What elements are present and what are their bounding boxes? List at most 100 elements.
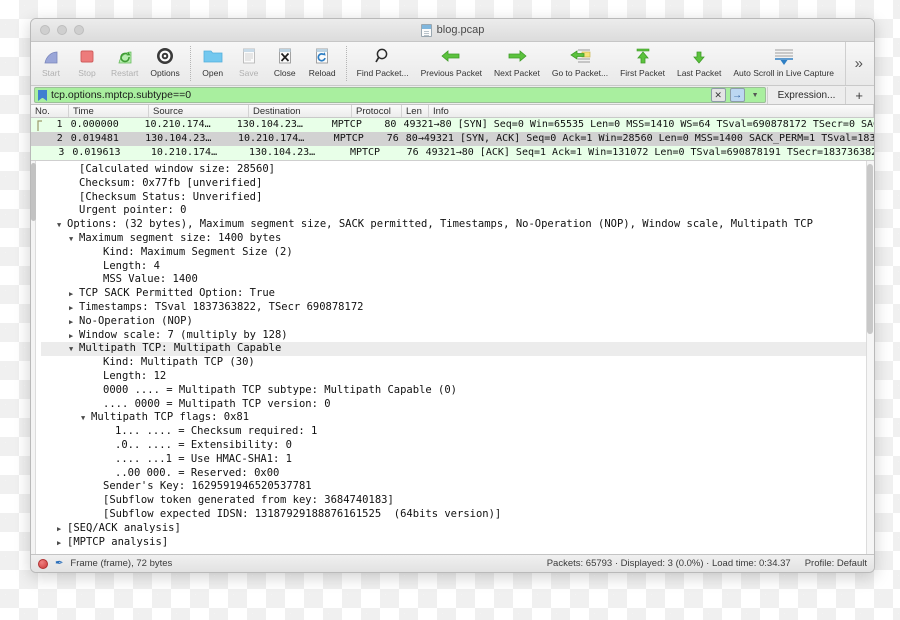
detail-tree-item[interactable]: ..00 000. = Reserved: 0x00 [41,467,874,481]
detail-tree-item[interactable]: Urgent pointer: 0 [41,204,874,218]
detail-tree-item[interactable]: Window scale: 7 (multiply by 128) [41,329,874,343]
previous-packet-button[interactable]: Previous Packet [415,42,488,85]
detail-tree-item[interactable]: Maximum segment size: 1400 bytes [41,232,874,246]
detail-tree-item[interactable]: [Checksum Status: Unverified] [41,191,874,205]
detail-tree-item[interactable]: [Subflow expected IDSN: 1318792918887616… [41,508,874,522]
status-profile: Profile: Default [804,558,867,569]
clear-filter-button[interactable]: ✕ [710,88,726,102]
detail-tree-item[interactable]: [SEQ/ACK analysis] [41,522,874,536]
triangle-right-icon[interactable] [57,537,67,551]
column-header-time[interactable]: Time [69,105,149,117]
detail-tree-item[interactable]: Multipath TCP: Multipath Capable [41,342,874,357]
open-file-button[interactable]: Open [195,42,231,85]
reload-file-button[interactable]: Reload [303,42,342,85]
detail-tree-item[interactable]: No-Operation (NOP) [41,315,874,329]
status-frame-info: Frame (frame), 72 bytes [70,558,173,569]
detail-tree-item[interactable]: .... 0000 = Multipath TCP version: 0 [41,398,874,412]
triangle-right-icon[interactable] [69,316,79,330]
find-packet-button[interactable]: Find Packet... [351,42,415,85]
go-to-packet-button[interactable]: Go to Packet... [546,42,614,85]
triangle-down-icon[interactable] [81,412,91,426]
apply-filter-button[interactable]: → [729,88,745,102]
close-button[interactable] [40,25,50,35]
triangle-down-icon[interactable] [69,233,79,247]
last-packet-button[interactable]: Last Packet [671,42,727,85]
next-packet-button[interactable]: Next Packet [488,42,546,85]
detail-tree-item[interactable]: Options: (32 bytes), Maximum segment siz… [41,218,874,232]
detail-scrollbar-right-thumb[interactable] [867,164,873,334]
column-header-destination[interactable]: Destination [249,105,352,117]
triangle-right-icon[interactable] [57,523,67,537]
triangle-down-icon[interactable] [57,219,67,233]
display-filter-bar: tcp.options.mptcp.subtype==0 ✕ → ▼ Expre… [31,86,874,105]
minimize-button[interactable] [57,25,67,35]
detail-tree-item[interactable]: Length: 4 [41,260,874,274]
column-header-no[interactable]: No. [31,105,69,117]
detail-tree-item[interactable]: Sender's Key: 1629591946520537781 [41,480,874,494]
detail-tree-label: Length: 4 [103,259,160,272]
triangle-down-icon[interactable] [69,343,79,357]
detail-tree-item[interactable]: Checksum: 0x77fb [unverified] [41,177,874,191]
column-header-protocol[interactable]: Protocol [352,105,402,117]
column-header-length[interactable]: Len [402,105,429,117]
detail-scrollbar-left-thumb[interactable] [31,163,36,221]
table-row[interactable]: 3 0.019613 10.210.174… 130.104.23… MPTCP 76 49… [31,146,874,160]
detail-tree-label: [Checksum Status: Unverified] [79,190,263,203]
triangle-right-icon[interactable] [69,330,79,344]
detail-tree-item[interactable]: MSS Value: 1400 [41,273,874,287]
detail-scrollbar-left[interactable] [31,161,36,554]
window-controls[interactable] [40,25,84,35]
detail-tree-item[interactable]: .0.. .... = Extensibility: 0 [41,439,874,453]
detail-tree-item[interactable]: Kind: Multipath TCP (30) [41,356,874,370]
detail-tree-item[interactable]: Kind: Maximum Segment Size (2) [41,246,874,260]
cell-prot: MPTCP [349,147,381,158]
detail-tree-label: Multipath TCP flags: 0x81 [91,411,250,424]
auto-scroll-button[interactable]: Auto Scroll in Live Capture [727,42,840,85]
add-filter-button[interactable]: + [845,86,872,104]
pen-icon[interactable]: ✒ [55,558,63,569]
packet-detail-tree[interactable]: [Calculated window size: 28560] Checksum:… [31,161,874,549]
zoom-button[interactable] [74,25,84,35]
start-capture-button[interactable]: Start [33,42,69,85]
open-file-label: Open [202,68,224,78]
packet-list[interactable]: No. Time Source Destination Protocol Len… [31,105,874,160]
detail-tree-item[interactable]: [MPTCP analysis] [41,536,874,550]
packet-list-header[interactable]: No. Time Source Destination Protocol Len… [31,105,874,118]
detail-tree-item[interactable]: .... ...1 = Use HMAC-SHA1: 1 [41,453,874,467]
display-filter-input[interactable]: tcp.options.mptcp.subtype==0 ✕ → ▼ [34,87,766,103]
triangle-right-icon[interactable] [69,302,79,316]
triangle-right-icon[interactable] [69,288,79,302]
table-row[interactable]: 1 0.000000 10.210.174… 130.104.23… MPTCP 80 49… [31,118,874,132]
packet-list-body[interactable]: 1 0.000000 10.210.174… 130.104.23… MPTCP 80 49… [31,118,874,160]
close-file-button[interactable]: Close [267,42,303,85]
detail-tree-label: .... ...1 = Use HMAC-SHA1: 1 [115,452,293,465]
chevron-down-icon[interactable]: ▼ [749,88,762,102]
detail-tree-item[interactable]: 0000 .... = Multipath TCP subtype: Multi… [41,384,874,398]
packet-detail-pane[interactable]: [Calculated window size: 28560] Checksum:… [31,160,874,554]
record-dot-icon[interactable] [38,558,48,569]
column-header-info[interactable]: Info [429,105,874,117]
save-file-button[interactable]: Save [231,42,267,85]
capture-options-icon [155,45,175,67]
detail-tree-item[interactable]: [Subflow token generated from key: 36847… [41,494,874,508]
filter-expression-button[interactable]: Expression... [766,86,846,104]
detail-tree-item[interactable]: 1... .... = Checksum required: 1 [41,425,874,439]
toolbar-overflow-button[interactable]: » [844,42,872,85]
status-right: Packets: 65793 · Displayed: 3 (0.0%) · L… [547,558,867,569]
column-header-source[interactable]: Source [149,105,249,117]
detail-tree-item[interactable]: Multipath TCP flags: 0x81 [41,411,874,425]
arrow-down-icon [689,45,709,67]
detail-scrollbar-right[interactable] [866,161,874,554]
stop-capture-button[interactable]: Stop [69,42,105,85]
table-row[interactable]: 2 0.019481 130.104.23… 10.210.174… MPTCP 76 80… [31,132,874,146]
restart-capture-button[interactable]: Restart [105,42,144,85]
detail-tree-item[interactable]: Length: 12 [41,370,874,384]
first-packet-button[interactable]: First Packet [614,42,671,85]
bookmark-icon[interactable] [38,89,47,101]
detail-tree-item[interactable]: TCP SACK Permitted Option: True [41,287,874,301]
detail-tree-item[interactable]: Timestamps: TSval 1837363822, TSecr 6908… [41,301,874,315]
detail-tree-item[interactable]: [Calculated window size: 28560] [41,163,874,177]
capture-options-button[interactable]: Options [144,42,185,85]
